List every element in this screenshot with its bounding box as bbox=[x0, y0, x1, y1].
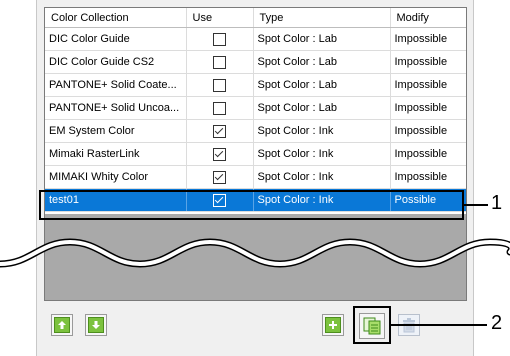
cell-name: MIMAKI Whity Color bbox=[45, 165, 187, 189]
cell-modify: Impossible bbox=[390, 96, 466, 120]
use-checkbox[interactable] bbox=[213, 78, 226, 92]
callout-number-1: 1 bbox=[491, 192, 503, 214]
header-type[interactable]: Type bbox=[253, 8, 391, 28]
header-modify[interactable]: Modify bbox=[390, 8, 466, 28]
header-use[interactable]: Use bbox=[186, 8, 254, 28]
cell-type: Spot Color : Ink bbox=[253, 119, 391, 143]
arrow-down-icon bbox=[88, 317, 104, 333]
cell-type: Spot Color : Lab bbox=[253, 50, 391, 74]
cell-modify: Impossible bbox=[390, 119, 466, 143]
add-collection-button[interactable] bbox=[322, 314, 344, 336]
table-row[interactable]: DIC Color Guide CS2 Spot Color : Lab Imp… bbox=[45, 50, 466, 74]
table-row[interactable]: EM System Color Spot Color : Ink Impossi… bbox=[45, 119, 466, 143]
plus-icon bbox=[325, 317, 341, 333]
header-row: Color Collection Use Type Modify bbox=[45, 8, 466, 28]
collection-grid: Color Collection Use Type Modify DIC Col… bbox=[45, 8, 466, 212]
use-checkbox[interactable] bbox=[213, 101, 226, 115]
cell-modify: Impossible bbox=[390, 165, 466, 189]
header-color-collection[interactable]: Color Collection bbox=[45, 8, 187, 28]
cell-name: DIC Color Guide bbox=[45, 27, 187, 51]
cell-name: EM System Color bbox=[45, 119, 187, 143]
callout-highlight-row bbox=[39, 190, 464, 220]
callout-line-1 bbox=[464, 204, 488, 206]
cell-modify: Impossible bbox=[390, 27, 466, 51]
use-checkbox[interactable] bbox=[213, 170, 226, 184]
cell-modify: Impossible bbox=[390, 50, 466, 74]
break-wave bbox=[0, 238, 510, 268]
table-row[interactable]: MIMAKI Whity Color Spot Color : Ink Impo… bbox=[45, 165, 466, 189]
cell-name: Mimaki RasterLink bbox=[45, 142, 187, 166]
use-checkbox[interactable] bbox=[213, 32, 226, 46]
cell-name: PANTONE+ Solid Uncoa... bbox=[45, 96, 187, 120]
cell-type: Spot Color : Ink bbox=[253, 142, 391, 166]
cell-modify: Impossible bbox=[390, 142, 466, 166]
callout-line-2 bbox=[391, 324, 487, 326]
cell-name: PANTONE+ Solid Coate... bbox=[45, 73, 187, 97]
use-checkbox[interactable] bbox=[213, 147, 226, 161]
callout-number-2: 2 bbox=[491, 312, 503, 334]
cell-type: Spot Color : Ink bbox=[253, 165, 391, 189]
arrow-up-icon bbox=[54, 317, 70, 333]
cell-type: Spot Color : Lab bbox=[253, 96, 391, 120]
callout-highlight-duplicate bbox=[353, 306, 391, 344]
cell-name: DIC Color Guide CS2 bbox=[45, 50, 187, 74]
move-down-button[interactable] bbox=[85, 314, 107, 336]
use-checkbox[interactable] bbox=[213, 55, 226, 69]
cell-type: Spot Color : Lab bbox=[253, 27, 391, 51]
move-up-button[interactable] bbox=[51, 314, 73, 336]
table-row[interactable]: PANTONE+ Solid Coate... Spot Color : Lab… bbox=[45, 73, 466, 97]
table-row[interactable]: PANTONE+ Solid Uncoa... Spot Color : Lab… bbox=[45, 96, 466, 120]
cell-type: Spot Color : Lab bbox=[253, 73, 391, 97]
table-row[interactable]: DIC Color Guide Spot Color : Lab Impossi… bbox=[45, 27, 466, 51]
cell-modify: Impossible bbox=[390, 73, 466, 97]
use-checkbox[interactable] bbox=[213, 124, 226, 138]
table-row[interactable]: Mimaki RasterLink Spot Color : Ink Impos… bbox=[45, 142, 466, 166]
